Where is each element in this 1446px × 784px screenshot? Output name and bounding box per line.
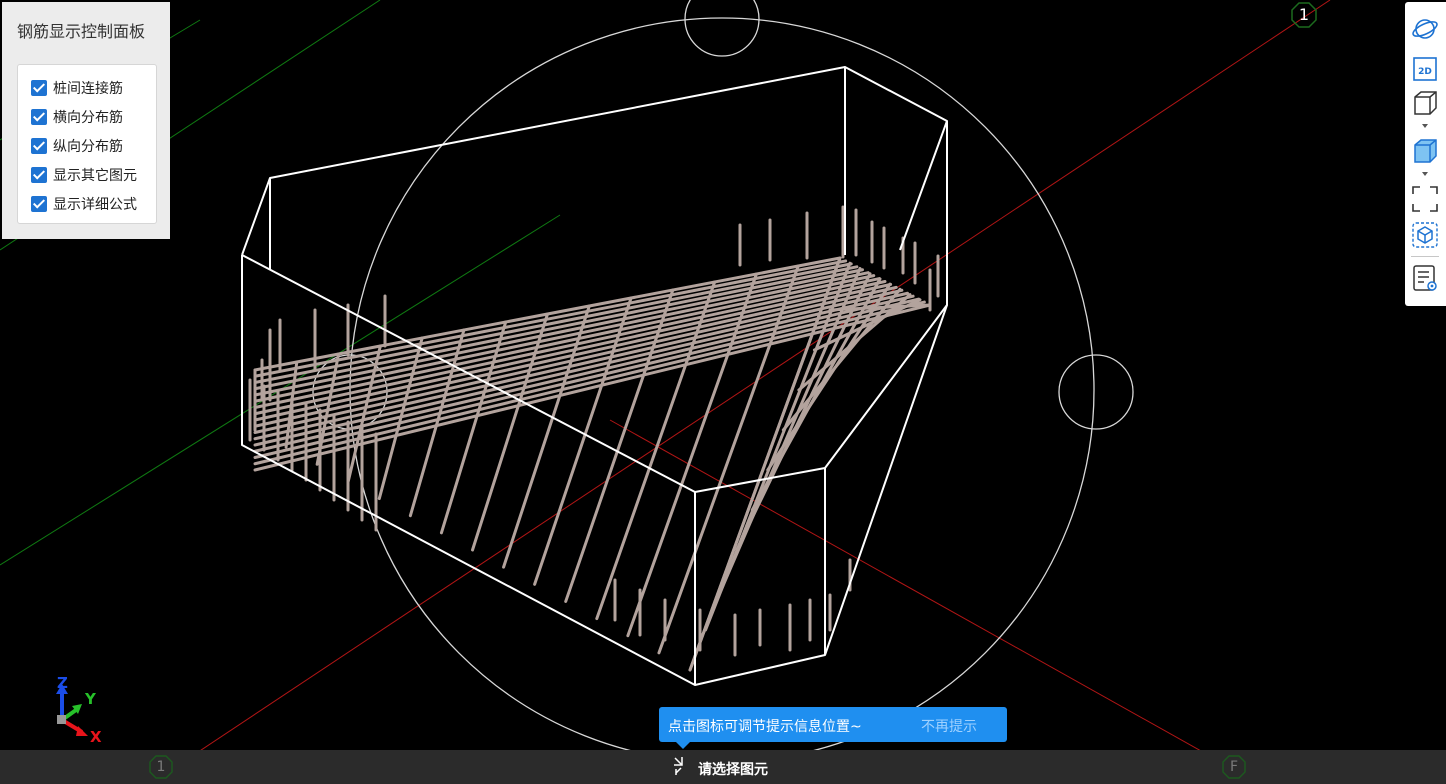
caret-down-icon[interactable] — [1420, 122, 1430, 130]
wireframe-cube-icon — [1414, 91, 1437, 115]
grid-marker-bottom-left: 1 — [149, 755, 173, 779]
2d-view-icon: 2D — [1413, 57, 1437, 81]
checkbox-checked-icon[interactable] — [31, 167, 47, 183]
rebar-control-panel: 钢筋显示控制面板 桩间连接筋 横向分布筋 纵向分布筋 显示其它图元 显示详细公式 — [2, 2, 170, 239]
property-list-button[interactable] — [1410, 263, 1440, 293]
grid-marker-label: 1 — [1298, 5, 1310, 24]
option-label: 桩间连接筋 — [53, 81, 123, 97]
fit-view-icon — [1412, 186, 1438, 212]
element-view-button[interactable] — [1410, 220, 1440, 250]
option-longitudinal-rebar[interactable]: 纵向分布筋 — [31, 136, 123, 156]
option-show-other-elements[interactable]: 显示其它图元 — [31, 165, 137, 185]
axis-x-label: X — [90, 728, 102, 746]
panel-options: 桩间连接筋 横向分布筋 纵向分布筋 显示其它图元 显示详细公式 — [17, 64, 157, 224]
orbit-button[interactable] — [1410, 14, 1440, 44]
2d-label: 2D — [1418, 67, 1432, 77]
checkbox-checked-icon[interactable] — [31, 109, 47, 125]
grid-marker-label: 1 — [156, 759, 166, 775]
grid-marker-top: 1 — [1291, 2, 1317, 28]
option-transverse-rebar[interactable]: 横向分布筋 — [31, 107, 123, 127]
option-show-formula[interactable]: 显示详细公式 — [31, 194, 137, 214]
pile-circle-main — [349, 17, 1095, 750]
hint-message: 点击图标可调节提示信息位置~ — [668, 719, 862, 735]
rebar-longitudinal — [253, 268, 864, 397]
status-prompt: 请选择图元 — [698, 762, 768, 778]
2d-view-button[interactable]: 2D — [1410, 54, 1440, 84]
rebar-transverse — [471, 312, 549, 552]
dismiss-hint-link[interactable]: 不再提示 — [921, 716, 977, 736]
grid-marker-bottom-right: F — [1222, 755, 1246, 779]
solid-view-button[interactable] — [1410, 136, 1440, 166]
property-list-icon — [1413, 265, 1437, 291]
collapse-arrows-icon[interactable] — [672, 755, 694, 777]
panel-title: 钢筋显示控制面板 — [17, 22, 146, 41]
option-pile-connection-rebar[interactable]: 桩间连接筋 — [31, 78, 123, 98]
orbit-icon — [1412, 19, 1438, 39]
option-label: 横向分布筋 — [53, 110, 123, 126]
checkbox-checked-icon[interactable] — [31, 196, 47, 212]
checkbox-checked-icon[interactable] — [31, 80, 47, 96]
view-toolbar: 2D — [1405, 2, 1446, 306]
hint-tooltip[interactable]: 点击图标可调节提示信息位置~ 不再提示 — [659, 707, 1007, 749]
checkbox-checked-icon[interactable] — [31, 138, 47, 154]
element-view-icon — [1412, 222, 1438, 248]
axis-y-label: Y — [85, 690, 96, 708]
wireframe-view-button[interactable] — [1410, 88, 1440, 118]
caret-down-icon[interactable] — [1420, 170, 1430, 178]
axis-triad: Z Y X — [50, 674, 110, 750]
status-bar: 1 请选择图元 F — [0, 750, 1446, 784]
toolbar-separator — [1411, 256, 1439, 257]
pile-circle-top — [684, 0, 760, 57]
scene-canvas — [0, 0, 1331, 750]
grid-marker-label: F — [1229, 759, 1239, 775]
solid-cube-icon — [1414, 139, 1437, 163]
option-label: 纵向分布筋 — [53, 139, 123, 155]
option-label: 显示其它图元 — [53, 168, 137, 184]
option-label: 显示详细公式 — [53, 197, 137, 213]
axis-z-label: Z — [57, 674, 68, 692]
3d-viewport[interactable] — [0, 0, 1446, 750]
pile-circle-right — [1058, 354, 1134, 430]
grid-line-red — [609, 419, 1201, 750]
fit-view-button[interactable] — [1410, 184, 1440, 214]
wire-edge-diag — [899, 120, 948, 251]
